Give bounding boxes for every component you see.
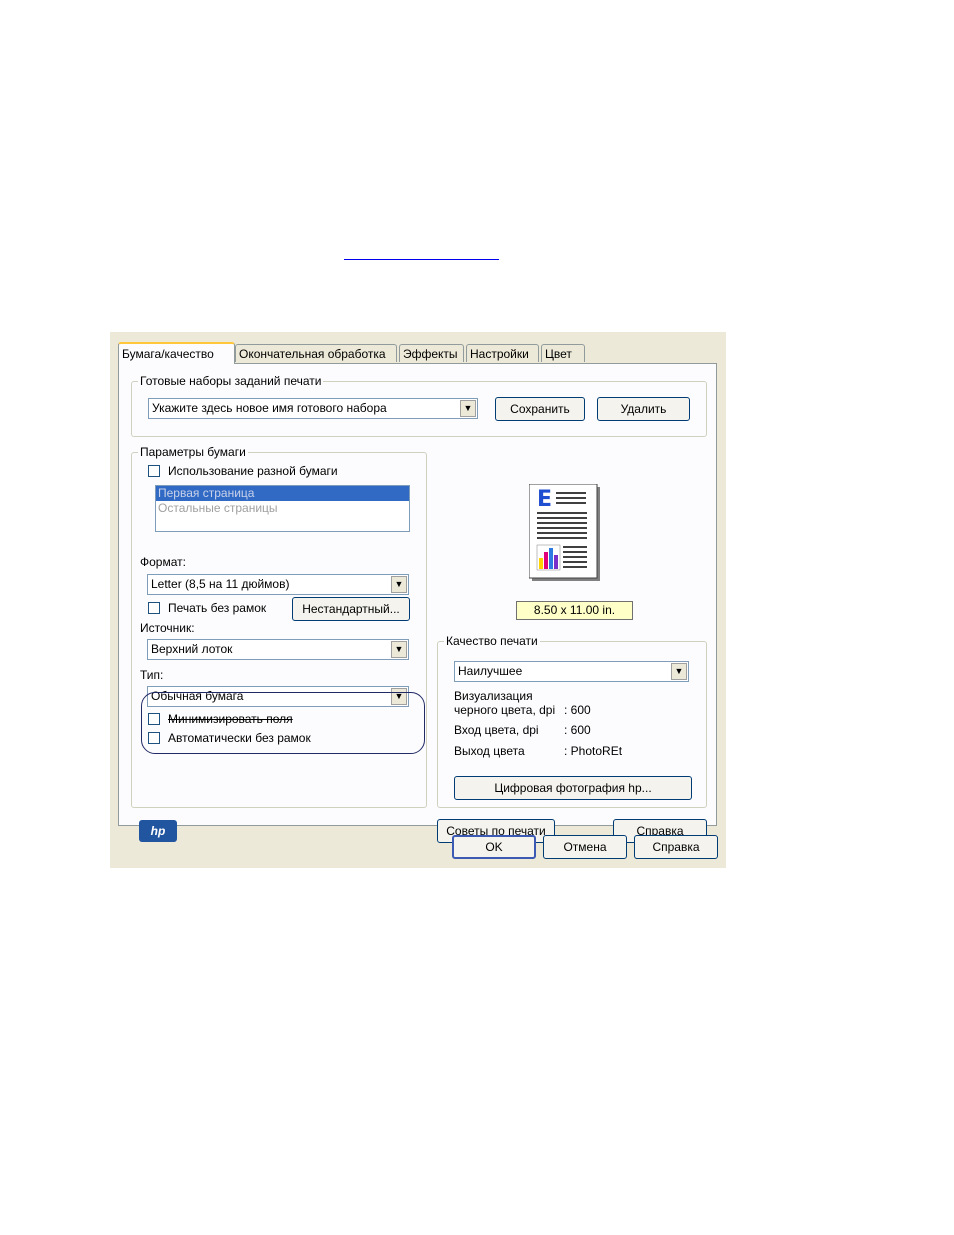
presets-group: Готовые наборы заданий печати Укажите зд… [131, 374, 707, 437]
digital-photo-button[interactable]: Цифровая фотография hp... [454, 776, 692, 800]
hp-logo: hp [139, 820, 177, 842]
custom-size-button[interactable]: Нестандартный... [292, 597, 410, 621]
tab-finishing[interactable]: Окончательная обработка [235, 344, 397, 362]
black-dpi-label: черного цвета, dpi [454, 703, 556, 717]
save-preset-button[interactable]: Сохранить [495, 397, 585, 421]
source-combo[interactable]: Верхний лоток ▼ [147, 639, 409, 660]
document-hyperlink[interactable] [344, 259, 499, 260]
borderless-label: Печать без рамок [168, 601, 267, 615]
mixed-paper-label: Использование разной бумаги [168, 464, 338, 478]
highlight-oval [141, 692, 425, 754]
print-quality-combo[interactable]: Наилучшее ▼ [454, 661, 689, 682]
format-value: Letter (8,5 на 11 дюймов) [151, 577, 290, 591]
format-combo[interactable]: Letter (8,5 на 11 дюймов) ▼ [147, 574, 409, 595]
paper-options-group: Параметры бумаги Использование разной бу… [131, 445, 427, 808]
list-item[interactable]: Остальные страницы [156, 501, 409, 516]
page-preview-icon: E [529, 484, 600, 581]
list-item[interactable]: Первая страница [156, 486, 409, 501]
delete-preset-button[interactable]: Удалить [597, 397, 690, 421]
black-dpi-value: : 600 [564, 703, 591, 717]
preview-letter: E [537, 487, 552, 512]
chevron-down-icon[interactable]: ▼ [671, 663, 687, 680]
mixed-paper-checkbox[interactable] [148, 465, 160, 477]
tab-settings[interactable]: Настройки [466, 344, 539, 362]
type-label: Тип: [140, 668, 164, 682]
paper-options-title: Параметры бумаги [138, 445, 248, 459]
color-input-value: : 600 [564, 723, 591, 737]
tab-paper-quality[interactable]: Бумага/качество [118, 342, 235, 364]
tab-effects[interactable]: Эффекты [399, 344, 464, 362]
cancel-button[interactable]: Отмена [543, 835, 627, 859]
dialog-help-button[interactable]: Справка [634, 835, 718, 859]
black-render-label: Визуализация [454, 689, 533, 703]
preset-name-value: Укажите здесь новое имя готового набора [152, 401, 387, 415]
format-label: Формат: [140, 555, 186, 569]
print-quality-value: Наилучшее [458, 664, 523, 678]
chevron-down-icon[interactable]: ▼ [391, 576, 407, 593]
borderless-checkbox[interactable] [148, 602, 160, 614]
preset-name-combo[interactable]: Укажите здесь новое имя готового набора … [148, 398, 478, 419]
color-output-value: : PhotoREt [564, 744, 623, 758]
presets-title: Готовые наборы заданий печати [138, 374, 324, 388]
ok-button[interactable]: OK [452, 835, 536, 859]
chevron-down-icon[interactable]: ▼ [391, 641, 407, 658]
tab-color[interactable]: Цвет [541, 344, 585, 362]
color-input-label: Вход цвета, dpi [454, 723, 539, 737]
print-quality-group: Качество печати Наилучшее ▼ Визуализация… [437, 634, 707, 808]
chevron-down-icon[interactable]: ▼ [460, 400, 476, 417]
source-label: Источник: [140, 621, 195, 635]
color-output-label: Выход цвета [454, 744, 525, 758]
paper-quality-panel: Готовые наборы заданий печати Укажите зд… [118, 363, 717, 843]
source-value: Верхний лоток [151, 642, 233, 656]
page-listbox[interactable]: Первая страница Остальные страницы [155, 485, 410, 532]
printer-properties-dialog: Бумага/качество Окончательная обработка … [110, 332, 726, 868]
paper-size-label: 8.50 x 11.00 in. [516, 601, 633, 620]
print-quality-title: Качество печати [444, 634, 540, 648]
